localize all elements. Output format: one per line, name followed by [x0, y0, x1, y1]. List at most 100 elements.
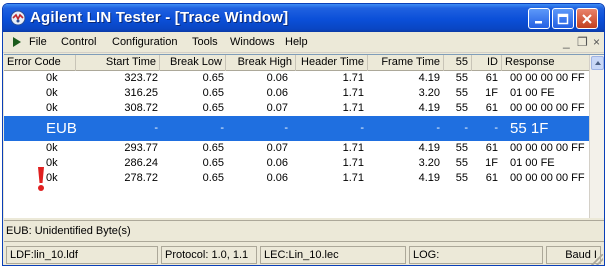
cell-start-time: 308.72 — [124, 102, 158, 114]
cell-response: 55 1F — [510, 120, 549, 137]
cell-break-low: 0.65 — [202, 142, 224, 154]
maximize-button[interactable] — [552, 8, 574, 29]
col-error-code[interactable]: Error Code — [4, 55, 76, 71]
cell-break-low: 0.65 — [202, 157, 224, 169]
cell-start-time: 286.24 — [124, 157, 158, 169]
col-header-time[interactable]: Header Time — [296, 55, 368, 71]
cell-sync: 55 — [455, 72, 468, 84]
cell-header-time: - — [360, 122, 364, 134]
col-break-low[interactable]: Break Low — [160, 55, 226, 71]
col-break-high[interactable]: Break High — [226, 55, 296, 71]
scroll-up-button[interactable] — [591, 56, 604, 70]
cell-frame-time: 4.19 — [418, 102, 440, 114]
mdi-close-button[interactable]: × — [593, 35, 600, 49]
cell-break-high: - — [284, 122, 288, 134]
table-row-selected[interactable]: EUB - - - - - - -55 1F — [4, 116, 590, 141]
maximize-icon — [557, 13, 569, 24]
error-exclamation-icon — [38, 167, 44, 191]
main-window: Agilent LIN Tester - [Trace Window] File… — [2, 3, 605, 266]
col-response[interactable]: Response — [502, 55, 590, 71]
cell-break-high: 0.07 — [266, 142, 288, 154]
table-row[interactable]: 0k 293.77 0.65 0.07 1.71 4.19 55 61 00 00 00 00 … — [4, 141, 590, 156]
cell-header-time: 1.71 — [342, 157, 364, 169]
status-protocol: Protocol: 1.0, 1.1 — [161, 246, 257, 264]
cell-break-low: - — [220, 122, 224, 134]
window-title: Agilent LIN Tester - [Trace Window] — [30, 9, 289, 26]
cell-response: 01 00 FE — [510, 157, 555, 169]
status-lec: LEC:Lin_10.lec — [260, 246, 406, 264]
cell-id: 1F — [485, 87, 498, 99]
table-row[interactable]: 0k 323.72 0.65 0.06 1.71 4.19 55 61 00 00 00 00 … — [4, 71, 590, 86]
status-log: LOG: — [409, 246, 543, 264]
table-row[interactable]: 0k 308.72 0.65 0.07 1.71 4.19 55 61 00 00 00 00 … — [4, 101, 590, 116]
mdi-minimize-button[interactable]: _ — [563, 35, 570, 49]
cell-header-time: 1.71 — [342, 87, 364, 99]
cell-frame-time: 4.19 — [418, 72, 440, 84]
close-button[interactable] — [576, 8, 598, 29]
cell-frame-time: - — [436, 122, 440, 134]
cell-frame-time: 4.19 — [418, 172, 440, 184]
cell-break-high: 0.06 — [266, 72, 288, 84]
cell-break-high: 0.07 — [266, 102, 288, 114]
col-sync[interactable]: 55 — [444, 55, 472, 71]
cell-frame-time: 3.20 — [418, 87, 440, 99]
col-start-time[interactable]: Start Time — [76, 55, 160, 71]
menu-tools[interactable]: Tools — [192, 36, 218, 48]
cell-response: 01 00 FE — [510, 87, 555, 99]
cell-break-high: 0.06 — [266, 157, 288, 169]
cell-id: 1F — [485, 157, 498, 169]
cell-break-high: 0.06 — [266, 172, 288, 184]
menu-bar: File Control Configuration Tools Windows… — [3, 32, 604, 53]
col-frame-time[interactable]: Frame Time — [368, 55, 444, 71]
cell-response: 00 00 00 00 FF — [510, 72, 585, 84]
menu-configuration[interactable]: Configuration — [112, 36, 177, 48]
cell-sync: 55 — [455, 102, 468, 114]
cell-start-time: 316.25 — [124, 87, 158, 99]
cell-start-time: 278.72 — [124, 172, 158, 184]
cell-response: 00 00 00 00 FF — [510, 102, 585, 114]
menu-control[interactable]: Control — [61, 36, 96, 48]
menu-windows[interactable]: Windows — [230, 36, 275, 48]
cell-id: 61 — [485, 72, 498, 84]
cell-id: 61 — [485, 172, 498, 184]
cell-header-time: 1.71 — [342, 102, 364, 114]
close-icon — [582, 13, 592, 24]
cell-sync: 55 — [455, 142, 468, 154]
cell-frame-time: 3.20 — [418, 157, 440, 169]
title-bar[interactable]: Agilent LIN Tester - [Trace Window] — [3, 4, 604, 32]
resize-grip-icon[interactable] — [591, 254, 603, 265]
cell-response: 00 00 00 00 FF — [510, 142, 585, 154]
cell-sync: 55 — [455, 172, 468, 184]
arrow-up-icon — [595, 61, 601, 65]
trace-table: Error Code Start Time Break Low Break Hi… — [4, 54, 604, 218]
minimize-button[interactable] — [528, 8, 550, 29]
cell-break-low: 0.65 — [202, 102, 224, 114]
status-bar: LDF:lin_10.ldf Protocol: 1.0, 1.1 LEC:Li… — [4, 241, 604, 265]
play-icon[interactable] — [13, 37, 21, 47]
mdi-restore-button[interactable]: ❐ — [577, 35, 588, 49]
cell-break-low: 0.65 — [202, 172, 224, 184]
menu-file[interactable]: File — [29, 36, 47, 48]
cell-id: 61 — [485, 102, 498, 114]
cell-id: - — [494, 122, 498, 134]
cell-id: 61 — [485, 142, 498, 154]
cell-break-low: 0.65 — [202, 72, 224, 84]
table-row[interactable]: 0k 278.72 0.65 0.06 1.71 4.19 55 61 00 00 00 00 … — [4, 171, 590, 186]
cell-sync: - — [464, 122, 468, 134]
minimize-icon — [535, 20, 542, 23]
cell-header-time: 1.71 — [342, 172, 364, 184]
vertical-scrollbar[interactable] — [589, 55, 604, 218]
menu-help[interactable]: Help — [285, 36, 308, 48]
cell-start-time: - — [154, 122, 158, 134]
table-row[interactable]: 0k 316.25 0.65 0.06 1.71 3.20 55 1F 01 00 FE — [4, 86, 590, 101]
cell-sync: 55 — [455, 87, 468, 99]
cell-start-time: 293.77 — [124, 142, 158, 154]
cell-start-time: 323.72 — [124, 72, 158, 84]
table-header: Error Code Start Time Break Low Break Hi… — [4, 55, 590, 71]
col-id[interactable]: ID — [472, 55, 502, 71]
cell-response: 00 00 00 00 FF — [510, 172, 585, 184]
status-ldf: LDF:lin_10.ldf — [6, 246, 158, 264]
cell-header-time: 1.71 — [342, 142, 364, 154]
cell-break-low: 0.65 — [202, 87, 224, 99]
table-row[interactable]: 0k 286.24 0.65 0.06 1.71 3.20 55 1F 01 00 FE — [4, 156, 590, 171]
